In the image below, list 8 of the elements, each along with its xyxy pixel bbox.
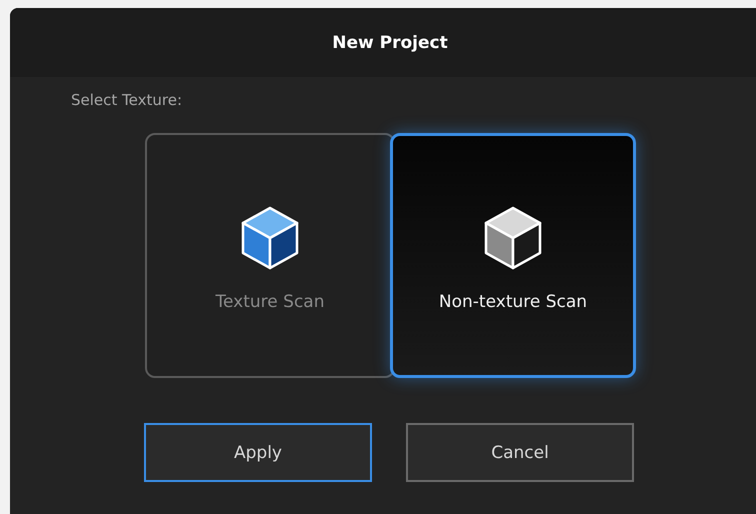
cube-icon: [483, 206, 543, 270]
cube-icon: [240, 206, 300, 270]
dialog-title: New Project: [332, 32, 448, 52]
section-label: Select Texture:: [71, 91, 184, 111]
apply-button[interactable]: Apply: [144, 423, 372, 482]
texture-option[interactable]: Texture Scan: [145, 133, 395, 378]
cancel-button[interactable]: Cancel: [406, 423, 634, 482]
texture-option[interactable]: Non-texture Scan: [390, 133, 636, 378]
